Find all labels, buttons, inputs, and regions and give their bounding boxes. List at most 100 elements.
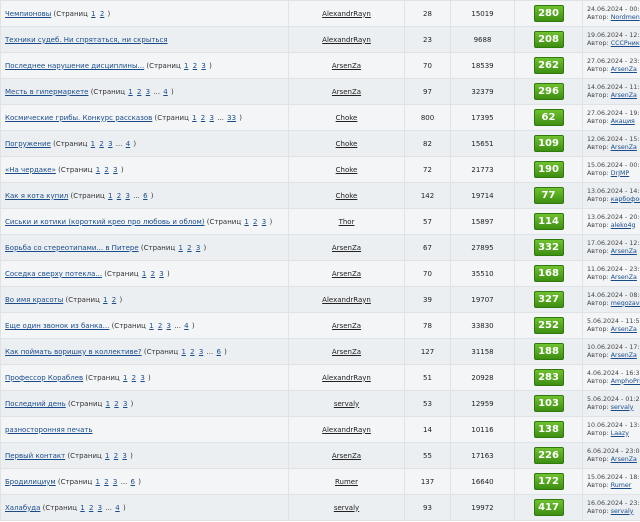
page-link[interactable]: 1 (91, 10, 95, 18)
page-link[interactable]: 2 (114, 452, 118, 460)
page-link[interactable]: 4 (126, 140, 130, 148)
topic-author-link[interactable]: Choke (336, 114, 358, 122)
page-link[interactable]: 1 (178, 244, 182, 252)
topic-author-link[interactable]: ArsenZa (332, 452, 361, 460)
page-link[interactable]: 1 (123, 374, 127, 382)
page-link[interactable]: 2 (99, 140, 103, 148)
topic-author-link[interactable]: ArsenZa (332, 322, 361, 330)
last-post-author-link[interactable]: servaly (611, 508, 634, 515)
page-link[interactable]: 2 (112, 296, 116, 304)
topic-author-link[interactable]: ArsenZa (332, 88, 361, 96)
page-link[interactable]: 2 (193, 62, 197, 70)
page-link[interactable]: 2 (253, 218, 257, 226)
page-link[interactable]: 3 (196, 244, 200, 252)
page-link[interactable]: 1 (103, 296, 107, 304)
page-link[interactable]: 2 (117, 192, 121, 200)
last-post-author-link[interactable]: Rumer (611, 482, 632, 489)
page-link[interactable]: 1 (244, 218, 248, 226)
topic-title-link[interactable]: Халабуда (5, 504, 40, 512)
page-link[interactable]: 3 (210, 114, 214, 122)
last-post-author-link[interactable]: ArsenZa (611, 352, 637, 359)
page-link[interactable]: 1 (95, 478, 99, 486)
last-post-author-link[interactable]: карбофос73 (611, 196, 640, 203)
topic-title-link[interactable]: Последний день (5, 400, 66, 408)
topic-title-link[interactable]: Погружение (5, 140, 51, 148)
last-post-author-link[interactable]: Laazy (611, 430, 629, 437)
page-link[interactable]: 2 (201, 114, 205, 122)
page-link[interactable]: 1 (192, 114, 196, 122)
page-link[interactable]: 1 (128, 88, 132, 96)
last-post-author-link[interactable]: ArsenZa (611, 326, 637, 333)
topic-author-link[interactable]: Thor (339, 218, 355, 226)
page-link[interactable]: 2 (89, 504, 93, 512)
topic-title-link[interactable]: Сиськи и котики (короткий крео про любов… (5, 218, 205, 226)
page-link[interactable]: 3 (199, 348, 203, 356)
page-link[interactable]: 3 (146, 88, 150, 96)
page-link[interactable]: 3 (262, 218, 266, 226)
topic-author-link[interactable]: AlexandrRayn (322, 374, 371, 382)
page-link[interactable]: 2 (104, 478, 108, 486)
page-link[interactable]: 2 (132, 374, 136, 382)
topic-author-link[interactable]: servaly (334, 504, 359, 512)
last-post-author-link[interactable]: Nordmen (611, 14, 640, 21)
last-post-author-link[interactable]: meqozavrik (611, 300, 640, 307)
topic-title-link[interactable]: Первый контакт (5, 452, 65, 460)
topic-author-link[interactable]: Choke (336, 166, 358, 174)
topic-author-link[interactable]: ArsenZa (332, 348, 361, 356)
topic-author-link[interactable]: AlexandrRayn (322, 36, 371, 44)
topic-title-link[interactable]: Как я кота купил (5, 192, 68, 200)
last-post-author-link[interactable]: ArsenZa (611, 144, 637, 151)
page-link[interactable]: 3 (125, 192, 129, 200)
page-link[interactable]: 6 (216, 348, 220, 356)
last-post-author-link[interactable]: ArsenZa (611, 248, 637, 255)
topic-title-link[interactable]: «На чердаке» (5, 166, 56, 174)
topic-title-link[interactable]: Бродилициум (5, 478, 56, 486)
page-link[interactable]: 1 (91, 140, 95, 148)
topic-author-link[interactable]: AlexandrRayn (322, 10, 371, 18)
page-link[interactable]: 4 (115, 504, 119, 512)
page-link[interactable]: 1 (96, 166, 100, 174)
page-link[interactable]: 3 (201, 62, 205, 70)
page-link[interactable]: 1 (108, 192, 112, 200)
page-link[interactable]: 3 (140, 374, 144, 382)
page-link[interactable]: 3 (159, 270, 163, 278)
page-link[interactable]: 3 (108, 140, 112, 148)
topic-title-link[interactable]: Во имя красоты (5, 296, 63, 304)
page-link[interactable]: 2 (187, 244, 191, 252)
topic-title-link[interactable]: разносторонняя печать (5, 426, 93, 434)
page-link[interactable]: 3 (113, 166, 117, 174)
topic-author-link[interactable]: Rumer (335, 478, 358, 486)
page-link[interactable]: 3 (123, 400, 127, 408)
topic-author-link[interactable]: servaly (334, 400, 359, 408)
topic-author-link[interactable]: ArsenZa (332, 244, 361, 252)
last-post-author-link[interactable]: aleko4g (611, 222, 636, 229)
topic-author-link[interactable]: AlexandrRayn (322, 296, 371, 304)
page-link[interactable]: 2 (158, 322, 162, 330)
last-post-author-link[interactable]: AmphoPrime (611, 378, 640, 385)
last-post-author-link[interactable]: servaly (611, 404, 634, 411)
last-post-author-link[interactable]: СССРник (611, 40, 640, 47)
page-link[interactable]: 1 (80, 504, 84, 512)
topic-title-link[interactable]: Чемпионовы (5, 10, 51, 18)
page-link[interactable]: 2 (151, 270, 155, 278)
page-link[interactable]: 2 (100, 10, 104, 18)
page-link[interactable]: 1 (106, 400, 110, 408)
page-link[interactable]: 3 (98, 504, 102, 512)
page-link[interactable]: 6 (143, 192, 147, 200)
topic-title-link[interactable]: Техники судеб. Ни спрятаться, ни скрытьс… (5, 36, 168, 44)
page-link[interactable]: 3 (167, 322, 171, 330)
last-post-author-link[interactable]: ArsenZa (611, 66, 637, 73)
last-post-author-link[interactable]: ArsenZa (611, 274, 637, 281)
last-post-author-link[interactable]: ArsenZa (611, 92, 637, 99)
page-link[interactable]: 1 (181, 348, 185, 356)
topic-title-link[interactable]: Космические грибы. Конкурс рассказов (5, 114, 152, 122)
page-link[interactable]: 1 (184, 62, 188, 70)
topic-title-link[interactable]: Профессор Кораблев (5, 374, 83, 382)
page-link[interactable]: 4 (184, 322, 188, 330)
topic-title-link[interactable]: Еще один звонок из банка... (5, 322, 109, 330)
topic-title-link[interactable]: Как поймать воришку в коллективе? (5, 348, 142, 356)
topic-author-link[interactable]: Choke (336, 192, 358, 200)
page-link[interactable]: 2 (137, 88, 141, 96)
page-link[interactable]: 1 (142, 270, 146, 278)
topic-author-link[interactable]: ArsenZa (332, 62, 361, 70)
